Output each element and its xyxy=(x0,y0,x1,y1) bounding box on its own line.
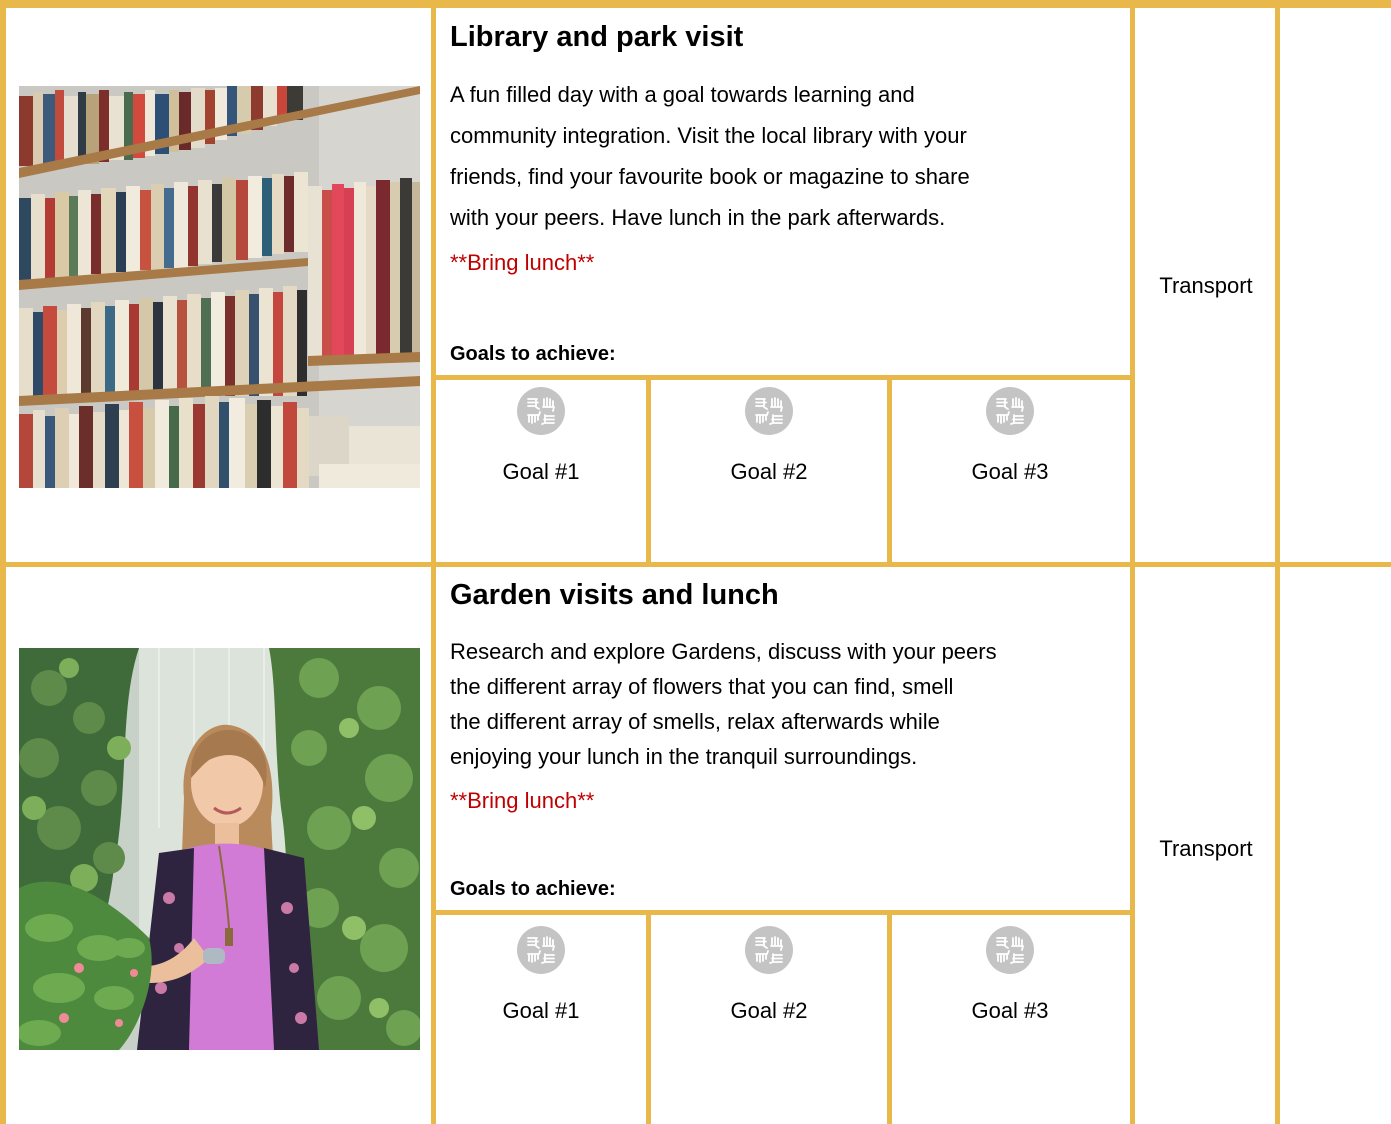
transport-label: Transport xyxy=(1159,273,1253,298)
activity-title: Garden visits and lunch xyxy=(450,579,779,611)
activity-title: Library and park visit xyxy=(450,21,744,53)
table-border-top xyxy=(0,0,1391,8)
goal-item: Goal #3 xyxy=(900,926,1120,1026)
activity-description: Research and explore Gardens, discuss wi… xyxy=(450,634,1120,774)
goal-item: Goal #2 xyxy=(659,387,879,487)
goal-item: Goal #2 xyxy=(659,926,879,1026)
goal-item: Goal #3 xyxy=(900,387,1120,487)
bring-lunch-note: **Bring lunch** xyxy=(450,788,595,813)
teamwork-hands-icon xyxy=(517,926,565,974)
description-line: community integration. Visit the local l… xyxy=(450,123,967,148)
goal-item: Goal #1 xyxy=(431,387,651,487)
goal-col-divider-2-row1 xyxy=(887,375,892,565)
goals-heading: Goals to achieve: xyxy=(450,878,616,900)
teamwork-hands-icon xyxy=(745,926,793,974)
teamwork-hands-icon xyxy=(745,387,793,435)
description-line: the different array of flowers that you … xyxy=(450,674,954,699)
description-line: enjoying your lunch in the tranquil surr… xyxy=(450,744,918,769)
goal-label: Goal #2 xyxy=(730,998,808,1023)
description-line: friends, find your favourite book or mag… xyxy=(450,164,970,189)
description-line: with your peers. Have lunch in the park … xyxy=(450,205,946,230)
goal-col-divider-2-row2 xyxy=(887,910,892,1124)
teamwork-hands-icon xyxy=(986,387,1034,435)
goal-label: Goal #3 xyxy=(971,459,1049,484)
goals-divider-row2 xyxy=(431,910,1135,915)
goal-label: Goal #2 xyxy=(730,459,808,484)
bring-lunch-note: **Bring lunch** xyxy=(450,250,595,275)
goal-label: Goal #3 xyxy=(971,998,1049,1023)
teamwork-hands-icon xyxy=(517,387,565,435)
bookshelf-photo xyxy=(19,86,420,488)
goal-label: Goal #1 xyxy=(502,459,580,484)
goal-label: Goal #1 xyxy=(502,998,580,1023)
teamwork-hands-icon xyxy=(986,926,1034,974)
description-line: Research and explore Gardens, discuss wi… xyxy=(450,639,997,664)
description-line: A fun filled day with a goal towards lea… xyxy=(450,82,915,107)
description-line: the different array of smells, relax aft… xyxy=(450,709,940,734)
activity-description: A fun filled day with a goal towards lea… xyxy=(450,74,1120,238)
goals-divider-row1 xyxy=(431,375,1135,380)
row-divider xyxy=(0,562,1391,567)
goal-item: Goal #1 xyxy=(431,926,651,1026)
transport-label: Transport xyxy=(1159,836,1253,861)
goals-heading: Goals to achieve: xyxy=(450,343,616,365)
garden-woman-photo xyxy=(19,648,420,1050)
